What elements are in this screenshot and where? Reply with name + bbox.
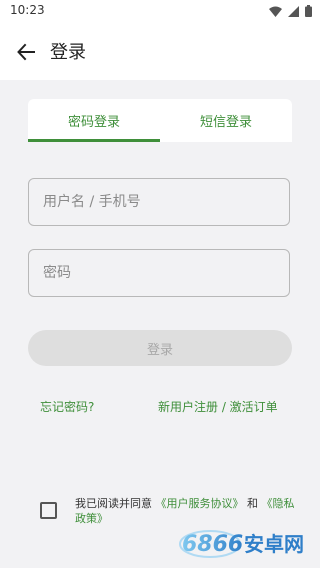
status-icons: [269, 5, 312, 17]
status-bar: 10:23: [0, 0, 320, 24]
tab-password-login[interactable]: 密码登录: [28, 99, 160, 142]
back-button[interactable]: [10, 36, 42, 68]
page-title: 登录: [50, 42, 86, 63]
forgot-password-link[interactable]: 忘记密码?: [40, 398, 94, 415]
login-tabs: 密码登录 短信登录: [28, 99, 292, 142]
svg-text:6866: 6866: [182, 532, 243, 557]
password-field: [28, 249, 290, 297]
user-agreement-link[interactable]: 《用户服务协议》: [156, 497, 244, 510]
register-link[interactable]: 新用户注册 / 激活订单: [158, 398, 278, 415]
agreement-and: 和: [247, 497, 258, 510]
username-field: [28, 178, 290, 226]
username-input[interactable]: [29, 179, 289, 225]
watermark-logo: 6866 安卓网: [176, 520, 316, 564]
arrow-left-icon: [17, 43, 35, 61]
tab-sms-login[interactable]: 短信登录: [160, 99, 292, 142]
status-time: 10:23: [10, 3, 45, 17]
login-button[interactable]: 登录: [28, 330, 292, 366]
battery-icon: [305, 5, 312, 17]
svg-text:安卓网: 安卓网: [244, 532, 304, 556]
app-bar: 登录: [0, 24, 320, 80]
tab-indicator: [28, 139, 160, 142]
agreement-checkbox[interactable]: [40, 502, 57, 519]
agreement-prefix: 我已阅读并同意: [75, 497, 152, 510]
wifi-icon: [269, 6, 282, 17]
watermark-graphic: 6866 安卓网: [179, 530, 304, 558]
signal-icon: [288, 5, 299, 17]
password-input[interactable]: [29, 250, 289, 296]
